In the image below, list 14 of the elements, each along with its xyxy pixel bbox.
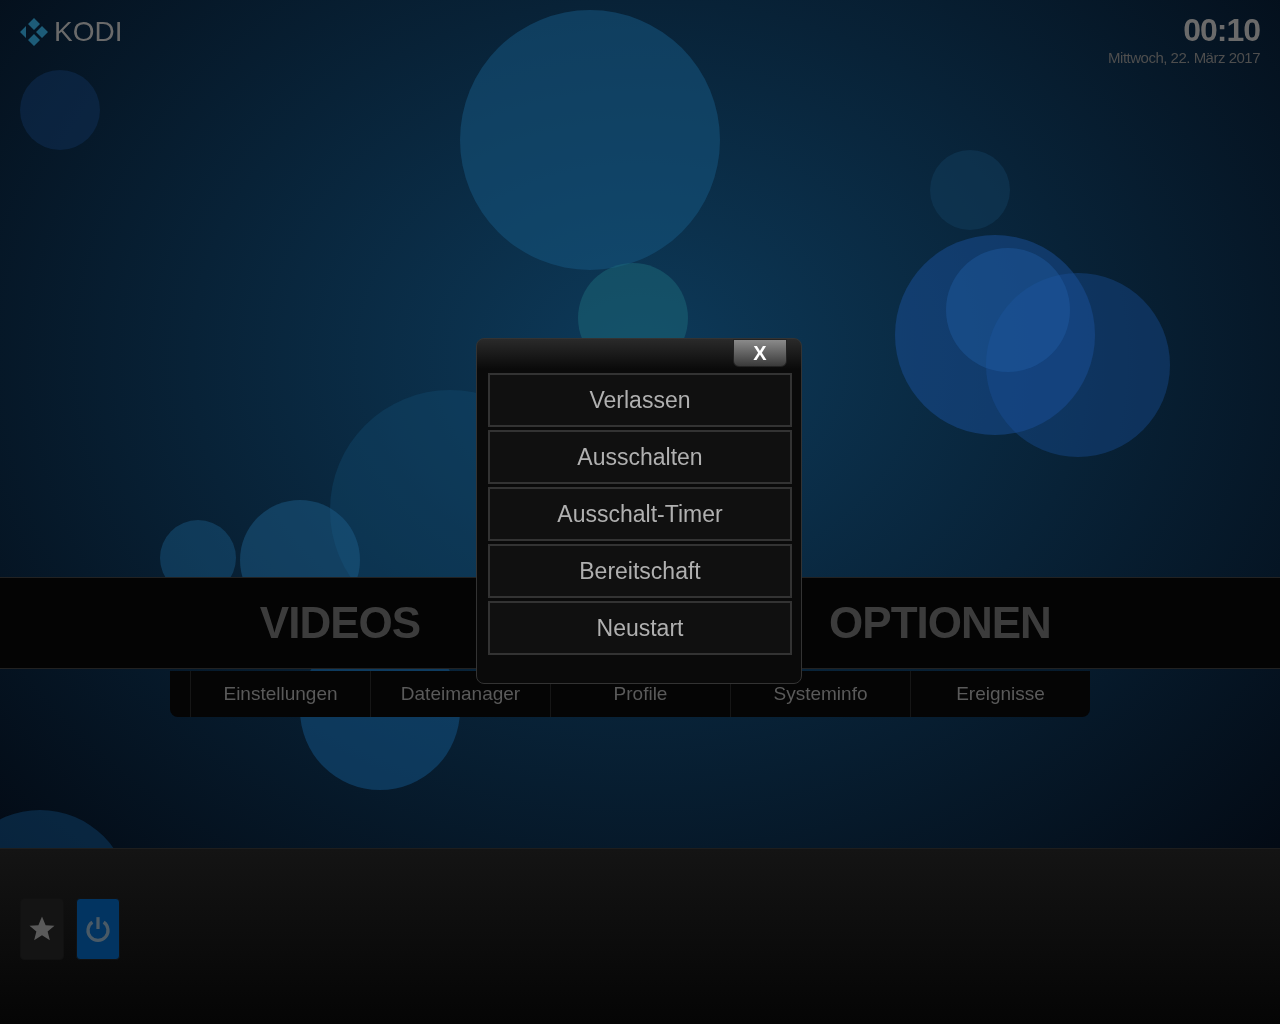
date-text: Mittwoch, 22. März 2017	[1108, 48, 1260, 68]
close-button[interactable]: X	[733, 339, 787, 367]
submenu-item[interactable]: Einstellungen	[190, 671, 370, 717]
dialog-option-button[interactable]: Verlassen	[488, 373, 792, 427]
logo-text: KODI	[54, 16, 123, 48]
power-button[interactable]	[76, 898, 120, 960]
dialog-option-button[interactable]: Bereitschaft	[488, 544, 792, 598]
dialog-option-button[interactable]: Ausschalt-Timer	[488, 487, 792, 541]
clock-time: 00:10	[1183, 12, 1260, 48]
submenu-item[interactable]: Ereignisse	[910, 671, 1090, 717]
favourites-button[interactable]	[20, 898, 64, 960]
dialog-option-button[interactable]: Ausschalten	[488, 430, 792, 484]
power-icon	[83, 914, 113, 944]
dialog-option-button[interactable]: Neustart	[488, 601, 792, 655]
